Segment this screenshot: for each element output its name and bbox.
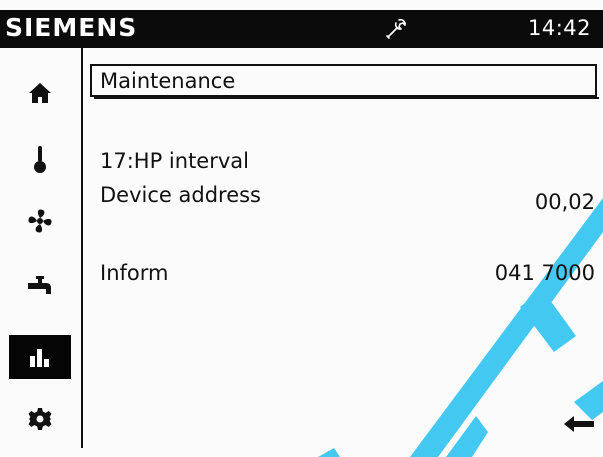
device-address-label: Device address [100, 183, 261, 207]
page-title: Maintenance [100, 69, 236, 93]
home-icon [29, 83, 51, 103]
bar-chart-icon [30, 349, 49, 367]
faucet-icon [28, 276, 51, 294]
device-screen: SIEMENS 14:42 Maintenance 17:HP interval… [0, 0, 603, 457]
nav-settings[interactable] [9, 397, 71, 441]
inform-label: Inform [100, 261, 169, 285]
nav-temperature[interactable] [9, 137, 71, 181]
nav-hot-water[interactable] [9, 264, 71, 308]
gear-icon [28, 408, 52, 430]
thermometer-icon [34, 146, 46, 173]
device-address-value: 00,02 [534, 190, 595, 214]
wrench-icon[interactable] [383, 17, 407, 41]
header-bar: SIEMENS 14:42 [0, 10, 603, 48]
nav-ventilation[interactable] [9, 199, 71, 243]
brand-logo: SIEMENS [5, 13, 138, 42]
fan-icon [28, 209, 52, 233]
clock-display: 14:42 [527, 16, 591, 40]
nav-statistics[interactable] [9, 335, 71, 379]
inform-value: 041 7000 [494, 261, 595, 285]
nav-home[interactable] [9, 71, 71, 115]
section-header: Maintenance [90, 64, 599, 99]
back-arrow-icon[interactable] [562, 414, 596, 434]
hp-interval-label: 17:HP interval [100, 149, 249, 173]
sidebar-divider [81, 48, 83, 448]
